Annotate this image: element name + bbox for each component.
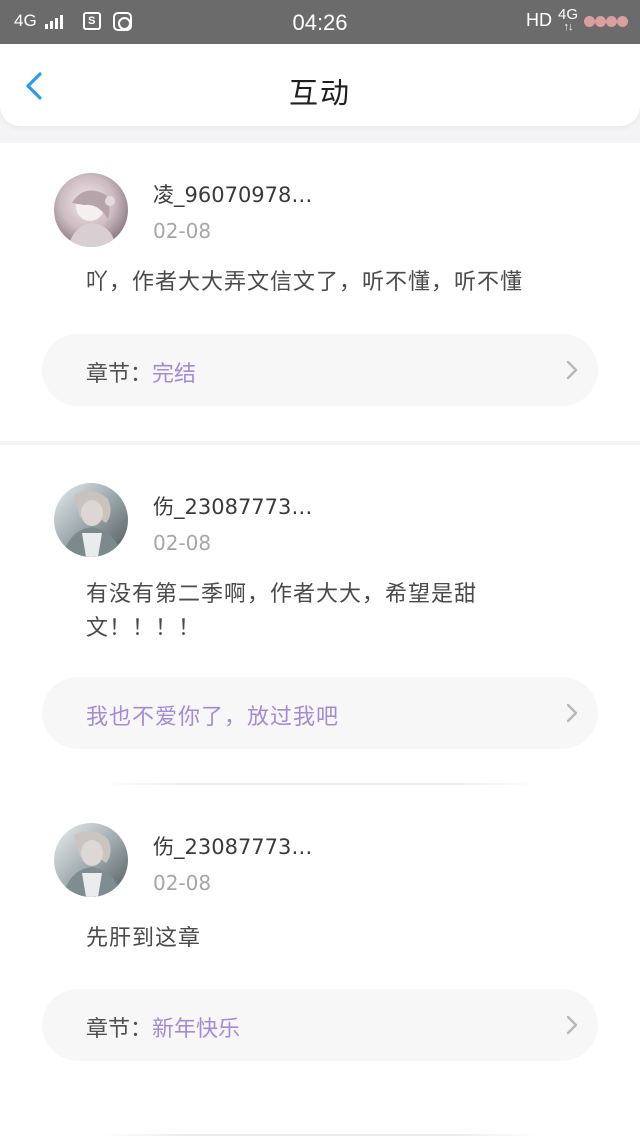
- username[interactable]: 伤_23087773…: [153, 491, 312, 521]
- chapter-link-text: 我也不爱你了，放过我吧: [86, 705, 340, 730]
- network-indicator: 4G ↑↓: [557, 6, 578, 33]
- comment-text: 吖，作者大大弄文信文了，听不懂，听不懂: [86, 270, 524, 295]
- page-title: 互动: [288, 76, 351, 110]
- comment-list: 凌_96070978… 02-08 吖，作者大大弄文信文了，听不懂，听不懂 章节…: [0, 143, 640, 1138]
- chapter-name: 完结: [152, 362, 197, 387]
- comment-date: 02-08: [153, 531, 212, 555]
- hd-indicator: HD: [525, 10, 552, 30]
- data-arrows-icon: ↑↓: [563, 21, 573, 33]
- card-divider: [100, 1134, 540, 1136]
- avatar[interactable]: [54, 173, 128, 247]
- chevron-right-icon: [566, 703, 578, 723]
- status-right: HD 4G ↑↓: [525, 6, 628, 33]
- chevron-right-icon: [566, 1015, 578, 1035]
- page-header: 互动: [0, 44, 640, 126]
- battery-icon: [584, 13, 628, 28]
- chapter-prefix: 章节：: [86, 362, 153, 387]
- chapter-link-label: 章节：完结: [86, 356, 196, 388]
- avatar[interactable]: [54, 823, 128, 897]
- comment-date: 02-08: [153, 871, 212, 895]
- chapter-prefix: 章节：: [86, 1017, 153, 1042]
- username[interactable]: 伤_23087773…: [153, 831, 312, 861]
- avatar[interactable]: [54, 483, 128, 557]
- comment-card: 凌_96070978… 02-08 吖，作者大大弄文信文了，听不懂，听不懂 章节…: [0, 143, 640, 441]
- chevron-right-icon: [566, 360, 578, 380]
- comment-date: 02-08: [153, 219, 212, 243]
- status-bar: 4G S 04:26 HD 4G ↑↓: [0, 0, 640, 44]
- comment-text: 先肝到这章: [86, 926, 202, 951]
- comment-text: 有没有第二季啊，作者大大，希望是甜文！！！！: [86, 582, 478, 641]
- chapter-link[interactable]: 我也不爱你了，放过我吧: [42, 677, 598, 749]
- chapter-link[interactable]: 章节：完结: [42, 334, 598, 406]
- chapter-link[interactable]: 章节：新年快乐: [42, 989, 598, 1061]
- username[interactable]: 凌_96070978…: [153, 179, 312, 209]
- network-type-right: 4G: [557, 6, 578, 23]
- chapter-link-label: 章节：新年快乐: [86, 1011, 240, 1043]
- comment-card: 伤_23087773… 02-08 有没有第二季啊，作者大大，希望是甜文！！！！…: [0, 445, 640, 785]
- comment-card: 伤_23087773… 02-08 先肝到这章 章节：新年快乐: [0, 785, 640, 1138]
- chapter-name: 新年快乐: [152, 1017, 241, 1042]
